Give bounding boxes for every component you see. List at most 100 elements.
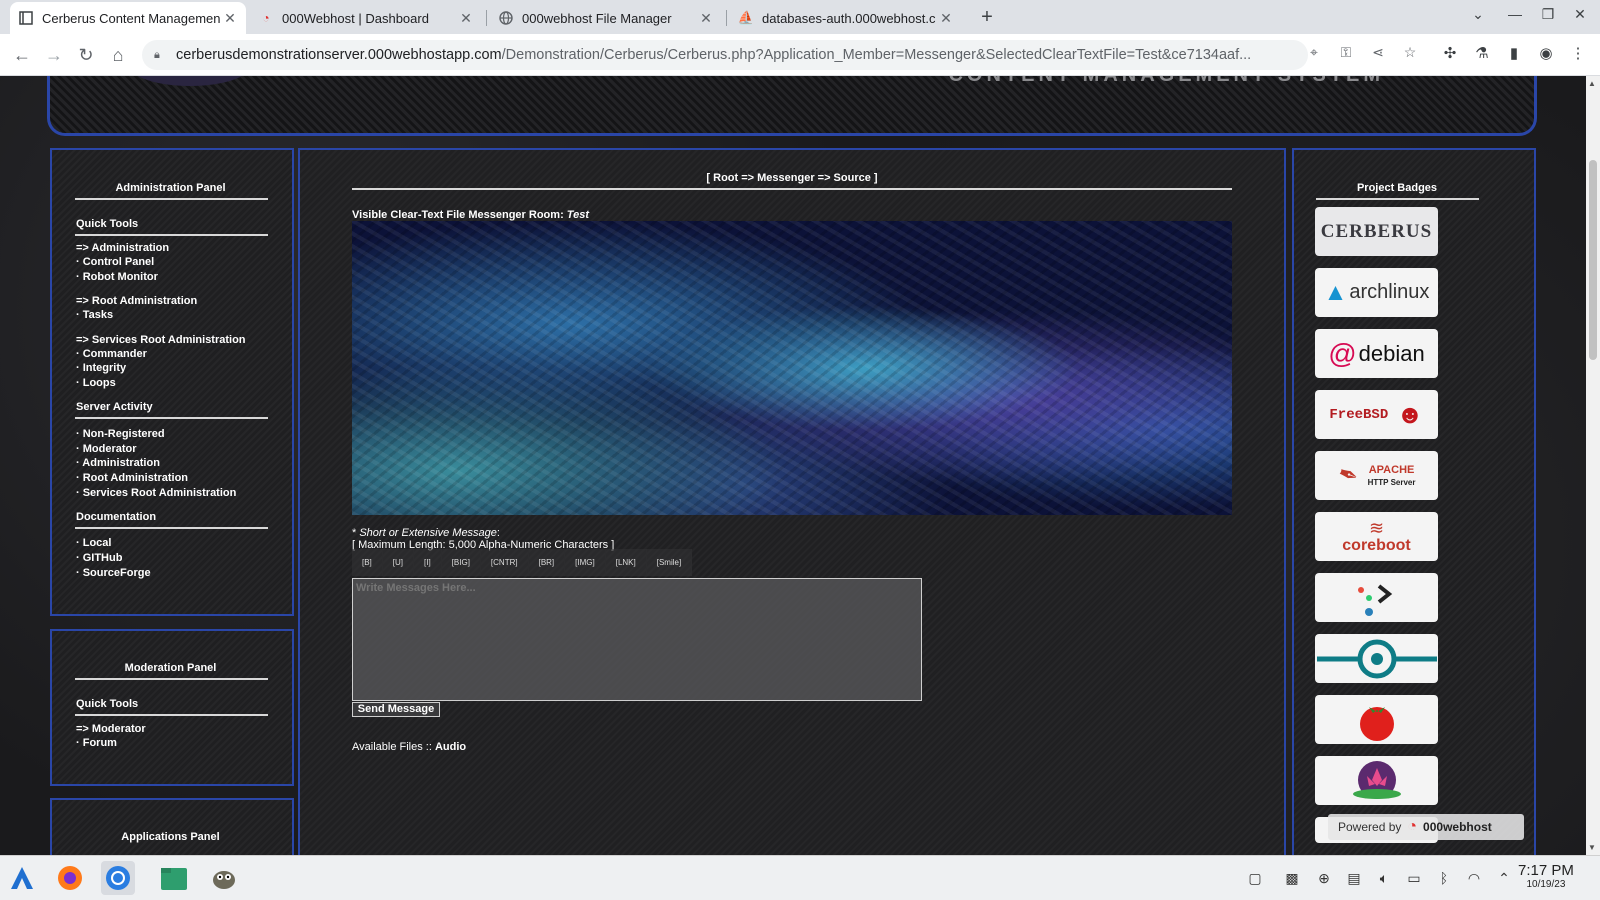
tab-title: 000webhost File Manager [522,10,672,26]
tab-search-icon[interactable]: ⌄ [1468,6,1488,23]
close-icon[interactable]: ✕ [222,10,238,27]
close-icon[interactable]: ✕ [698,10,714,27]
share-icon[interactable]: ⋖ [1368,44,1388,61]
close-window-icon[interactable]: ✕ [1570,6,1590,23]
nav-integrity[interactable]: · Integrity [76,362,126,374]
minimize-icon[interactable]: — [1505,6,1525,22]
nav-commander[interactable]: · Commander [76,348,147,360]
wifi-icon[interactable]: ◠ [1464,870,1484,887]
profile-icon[interactable]: ◉ [1536,44,1556,62]
key-icon[interactable]: ⚿ [1336,44,1356,61]
volume-icon[interactable]: 🔈︎ [1374,870,1394,887]
archlinux-badge-text: archlinux [1349,281,1430,303]
nav-robot-monitor[interactable]: · Robot Monitor [76,271,158,283]
clipboard-icon[interactable]: ▤ [1344,870,1364,887]
file-manager-icon[interactable] [157,861,191,895]
files-label: Available Files :: [352,741,432,753]
side-panel-icon[interactable]: ▮ [1504,44,1524,62]
home-icon[interactable]: ⌂ [106,43,130,67]
lab-icon[interactable]: ⚗ [1472,44,1492,62]
cerberus-badge[interactable]: CERBERUS [1315,207,1438,256]
nav-administration[interactable]: => Administration [76,242,169,254]
close-icon[interactable]: ✕ [938,10,954,27]
nav-moderator-tools[interactable]: => Moderator [76,723,146,735]
powered-by-badge[interactable]: Powered by ◔ 000webhost [1328,814,1524,840]
bold-button[interactable]: [B] [352,549,383,576]
moderation-panel-title: Moderation Panel [124,662,217,674]
system-clock[interactable]: 7:17 PM 10/19/23 [1518,862,1574,890]
nav-local[interactable]: · Local [76,537,111,549]
reload-icon[interactable]: ↻ [74,43,98,67]
debian-badge[interactable]: @ debian [1315,329,1438,378]
nav-root-administration[interactable]: => Root Administration [76,295,197,307]
nav-forum[interactable]: · Forum [76,737,117,749]
update-icon[interactable]: ⊕ [1314,870,1334,887]
nav-non-registered[interactable]: · Non-Registered [76,428,165,440]
battery-icon[interactable]: ▭ [1404,870,1424,887]
page-scrollbar[interactable]: ▲ ▼ [1586,76,1600,855]
gimp-icon[interactable] [207,861,241,895]
nav-root-administration-activity[interactable]: · Root Administration [76,472,188,484]
link-button[interactable]: [LNK] [605,549,647,576]
powered-by-brand: 000webhost [1423,820,1492,834]
coreboot-badge[interactable]: ≋ coreboot [1315,512,1438,561]
big-button[interactable]: [BIG] [441,549,481,576]
scrollbar-thumb[interactable] [1589,160,1597,360]
nav-moderator[interactable]: · Moderator [76,443,137,455]
menu-icon[interactable]: ⋮ [1568,44,1588,62]
new-tab-icon[interactable]: + [976,6,998,29]
freebsd-badge[interactable]: FreeBSD ☻ [1315,390,1438,439]
forward-icon[interactable]: → [42,43,66,67]
chrome-icon[interactable] [101,861,135,895]
center-button[interactable]: [CNTR] [480,549,529,576]
url-host: cerberusdemonstrationserver.000webhostap… [176,47,502,63]
nav-services-root-activity[interactable]: · Services Root Administration [76,487,236,499]
app-launcher-icon[interactable] [5,861,39,895]
lotus-badge[interactable] [1315,756,1438,805]
nav-control-panel[interactable]: · Control Panel [76,256,154,268]
nav-loops[interactable]: · Loops [76,377,116,389]
admin-panel-title: Administration Panel [115,182,226,194]
smile-button[interactable]: [Smile] [646,549,693,576]
line-break-button[interactable]: [BR] [528,549,566,576]
tomato-badge[interactable] [1315,695,1438,744]
tab-000webhost-dashboard[interactable]: ◔ 000Webhost | Dashboard ✕ [250,2,482,34]
display-icon[interactable]: ▩ [1282,870,1302,887]
tab-file-manager[interactable]: 000webhost File Manager ✕ [490,2,722,34]
image-button[interactable]: [IMG] [565,549,606,576]
tray-expand-icon[interactable]: ⌃ [1494,870,1514,887]
message-label: Short or Extensive Message [359,527,497,539]
back-icon[interactable]: ← [10,43,34,67]
bluetooth-icon[interactable]: ᛒ [1434,870,1454,886]
message-input[interactable] [352,578,922,701]
italic-button[interactable]: [I] [414,549,442,576]
nav-sourceforge[interactable]: · SourceForge [76,567,151,579]
show-desktop-icon[interactable]: ▢ [1245,870,1265,887]
extensions-icon[interactable]: ✣ [1440,44,1460,62]
tab-cerberus[interactable]: Cerberus Content Managemen ✕ [10,2,246,34]
restore-icon[interactable]: ❐ [1538,6,1558,23]
send-message-button[interactable]: Send Message [352,702,440,717]
audio-files-link[interactable]: Audio [435,741,466,753]
nav-tasks[interactable]: · Tasks [76,309,113,321]
lock-icon[interactable]: 🔒︎ [154,49,166,62]
tab-databases[interactable]: ⛵ databases-auth.000webhost.c ✕ [730,2,962,34]
prompt-badge[interactable] [1315,573,1438,622]
divider [75,234,268,236]
firefox-icon[interactable] [53,861,87,895]
nav-github[interactable]: · GITHub [76,552,122,564]
nav-services-root-administration[interactable]: => Services Root Administration [76,334,246,346]
archlinux-badge[interactable]: ▲ archlinux [1315,268,1438,317]
nav-administration-activity[interactable]: · Administration [76,457,160,469]
location-icon[interactable]: ⌖ [1304,44,1324,61]
scroll-down-icon[interactable]: ▼ [1588,843,1596,852]
address-bar[interactable]: 🔒︎ cerberusdemonstrationserver.000webhos… [142,40,1308,70]
url-path: /Demonstration/Cerberus/Cerberus.php?App… [501,47,1252,63]
scroll-up-icon[interactable]: ▲ [1588,79,1596,88]
apache-badge[interactable]: ✒ APACHE HTTP Server [1315,451,1438,500]
underline-button[interactable]: [U] [382,549,415,576]
close-icon[interactable]: ✕ [458,10,474,27]
bookmark-star-icon[interactable]: ☆ [1400,44,1420,61]
syncthing-badge[interactable] [1315,634,1438,683]
documentation-title: Documentation [76,511,157,523]
